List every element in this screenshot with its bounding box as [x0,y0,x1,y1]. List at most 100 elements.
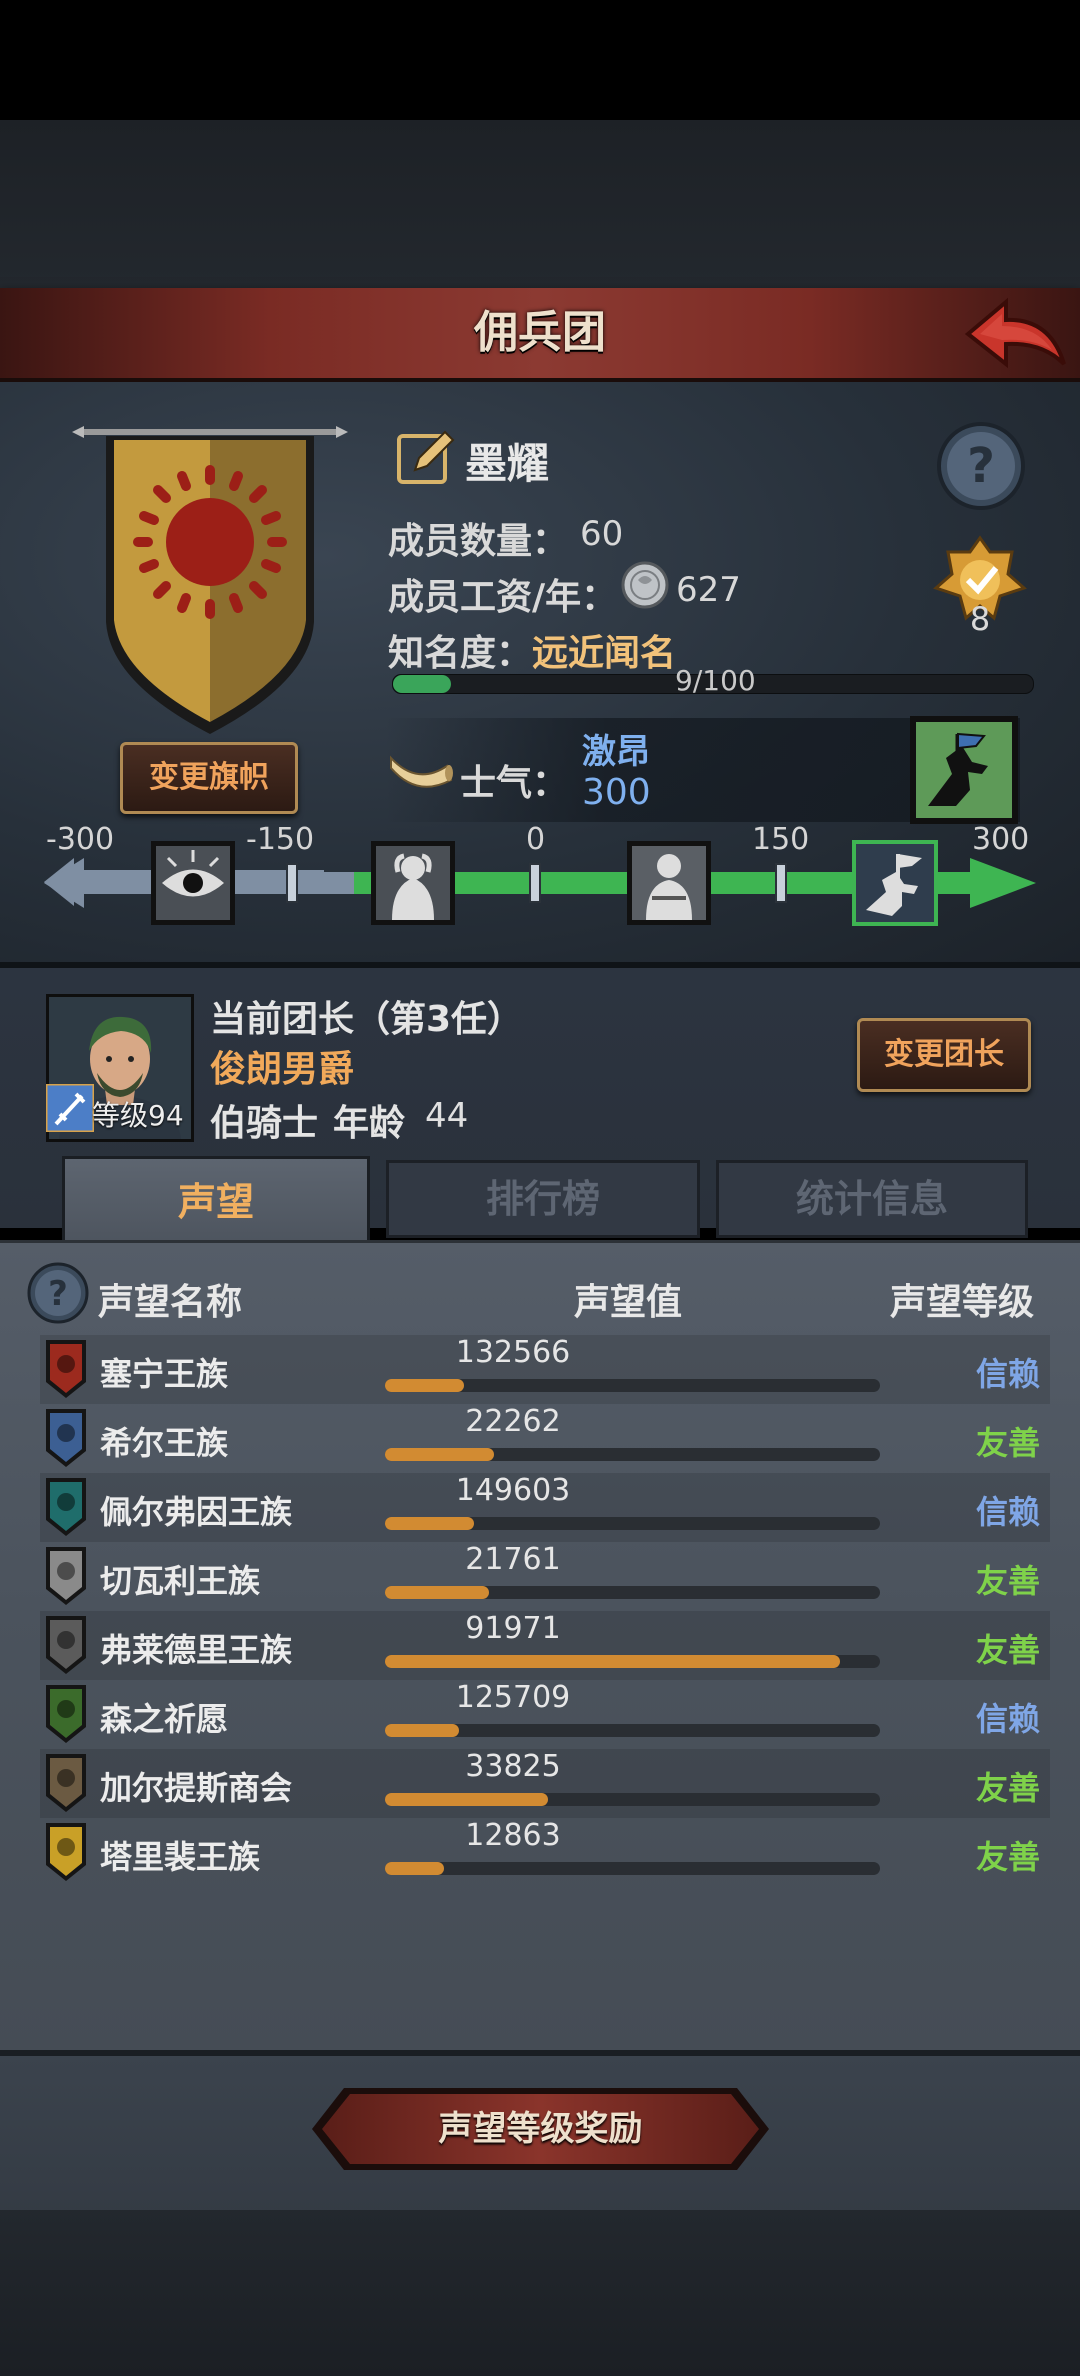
war-horn-icon [387,746,453,796]
captain-age-label: 年龄 [333,1103,406,1144]
faction-crest-icon [44,1407,88,1469]
scale-label-high: 150 [752,822,810,857]
rank-value: 8 [969,600,991,638]
scale-label-low: -150 [246,822,315,857]
morale-state: 激昂 [582,732,650,772]
change-flag-button[interactable]: 变更旗帜 [120,742,298,814]
reputation-row[interactable]: 塔里裴王族 12863 友善 [40,1818,1050,1887]
reputation-value: 22262 [465,1404,561,1439]
reputation-row[interactable]: 切瓦利王族 21761 友善 [40,1542,1050,1611]
scale-label-min: -300 [46,822,115,857]
faction-name: 希尔王族 [100,1424,229,1462]
reputation-value: 12863 [465,1818,561,1853]
scale-label-max: 300 [972,822,1030,857]
reputation-progress-bar [385,1517,880,1530]
morale-value: 300 [582,772,651,813]
reputation-progress-fill [385,1862,445,1875]
page-title: 佣兵团 [474,307,606,358]
reputation-progress-bar [385,1655,880,1668]
reputation-level: 友善 [975,1838,1040,1876]
reputation-reward-button[interactable]: 声望等级奖励 [308,2084,773,2174]
reputation-row[interactable]: 森之祈愿 125709 信赖 [40,1680,1050,1749]
captain-level: 等级94 [92,1099,184,1132]
captain-age: 44 [425,1096,469,1136]
faction-crest-icon [44,1545,88,1607]
guild-banner [70,422,350,742]
captain-rank: 伯骑士 [210,1103,319,1144]
reputation-row[interactable]: 弗莱德里王族 91971 友善 [40,1611,1050,1680]
faction-crest-icon [44,1476,88,1538]
reputation-level: 友善 [975,1631,1040,1669]
faction-name: 切瓦利王族 [100,1562,261,1600]
despair-icon [370,840,456,926]
reputation-level: 信赖 [975,1700,1040,1738]
faction-name: 佩尔弗因王族 [100,1493,293,1531]
faction-name: 塞宁王族 [100,1355,229,1393]
header-reputation-name: 声望名称 [98,1282,243,1323]
change-captain-button[interactable]: 变更团长 [857,1018,1031,1092]
top-spacer [0,120,1080,288]
faction-crest-icon [44,1821,88,1883]
members-value: 60 [580,514,624,554]
fame-value: 远近闻名 [532,633,677,674]
reputation-panel: ? 声望名称 声望值 声望等级 塞宁王族 132566 信赖 希尔王族 22262 友善佩… [0,1240,1080,2053]
back-button[interactable] [960,294,1070,372]
header-reputation-value: 声望值 [574,1282,683,1323]
reputation-level: 友善 [975,1769,1040,1807]
svg-text:?: ? [48,1274,68,1314]
charging-soldier-icon [908,714,1020,826]
faction-crest-icon [44,1338,88,1400]
captain-name: 俊朗男爵 [210,1049,355,1090]
faction-name: 森之祈愿 [100,1700,229,1738]
salary-value: 627 [676,570,741,610]
tab-ranking[interactable]: 排行榜 [386,1160,700,1238]
reputation-row[interactable]: 希尔王族 22262 友善 [40,1404,1050,1473]
fame-progress-fill [393,675,451,693]
reputation-progress-fill [385,1448,494,1461]
faction-crest-icon [44,1683,88,1745]
reputation-value: 149603 [455,1473,571,1508]
reputation-row[interactable]: 塞宁王族 132566 信赖 [40,1335,1050,1404]
tab-reputation[interactable]: 声望 [62,1156,370,1245]
back-arrow-icon [964,297,1066,369]
guild-name: 墨耀 [465,439,550,488]
morale-scale: -300 -150 0 150 300 [40,822,1040,962]
edit-pencil-icon[interactable] [395,426,457,488]
reputation-value: 132566 [455,1335,571,1370]
bottom-spacer [0,2210,1080,2376]
fame-label: 知名度： [388,633,533,674]
tab-stats[interactable]: 统计信息 [716,1160,1028,1238]
reputation-progress-fill [385,1379,465,1392]
header-bar: 佣兵团 [0,288,1080,382]
faction-name: 塔里裴王族 [100,1838,261,1876]
silver-coin-icon [620,560,670,610]
status-bar-area [0,0,1080,120]
header-reputation-level: 声望等级 [890,1282,1035,1323]
salary-label: 成员工资/年： [388,577,618,618]
reputation-progress-fill [385,1655,841,1668]
reputation-value: 33825 [465,1749,561,1784]
sword-class-icon [44,1082,96,1134]
reputation-progress-fill [385,1793,549,1806]
reputation-value: 21761 [465,1542,561,1577]
question-mark-icon[interactable]: ? [935,420,1027,512]
reputation-row[interactable]: 佩尔弗因王族 149603 信赖 [40,1473,1050,1542]
captain-title: 当前团长（第3任） [210,999,524,1040]
guild-info-panel: 变更旗帜 墨耀 成员数量： 60 成员工资/年： 627 知名度： 远近闻名 9… [0,382,1080,962]
reputation-progress-bar [385,1724,880,1737]
reputation-progress-bar [385,1586,880,1599]
reputation-progress-fill [385,1586,489,1599]
reputation-value: 125709 [455,1680,571,1715]
reputation-level: 信赖 [975,1355,1040,1393]
reputation-level: 信赖 [975,1493,1040,1531]
faction-crest-icon [44,1752,88,1814]
calm-icon [626,840,712,926]
reputation-help-icon[interactable]: ? [26,1261,90,1325]
reputation-level: 友善 [975,1424,1040,1462]
reputation-progress-fill [385,1724,460,1737]
reputation-row[interactable]: 加尔提斯商会 33825 友善 [40,1749,1050,1818]
reputation-progress-bar [385,1448,880,1461]
reputation-progress-bar [385,1862,880,1875]
faction-name: 弗莱德里王族 [100,1631,293,1669]
faction-name: 加尔提斯商会 [100,1769,293,1807]
